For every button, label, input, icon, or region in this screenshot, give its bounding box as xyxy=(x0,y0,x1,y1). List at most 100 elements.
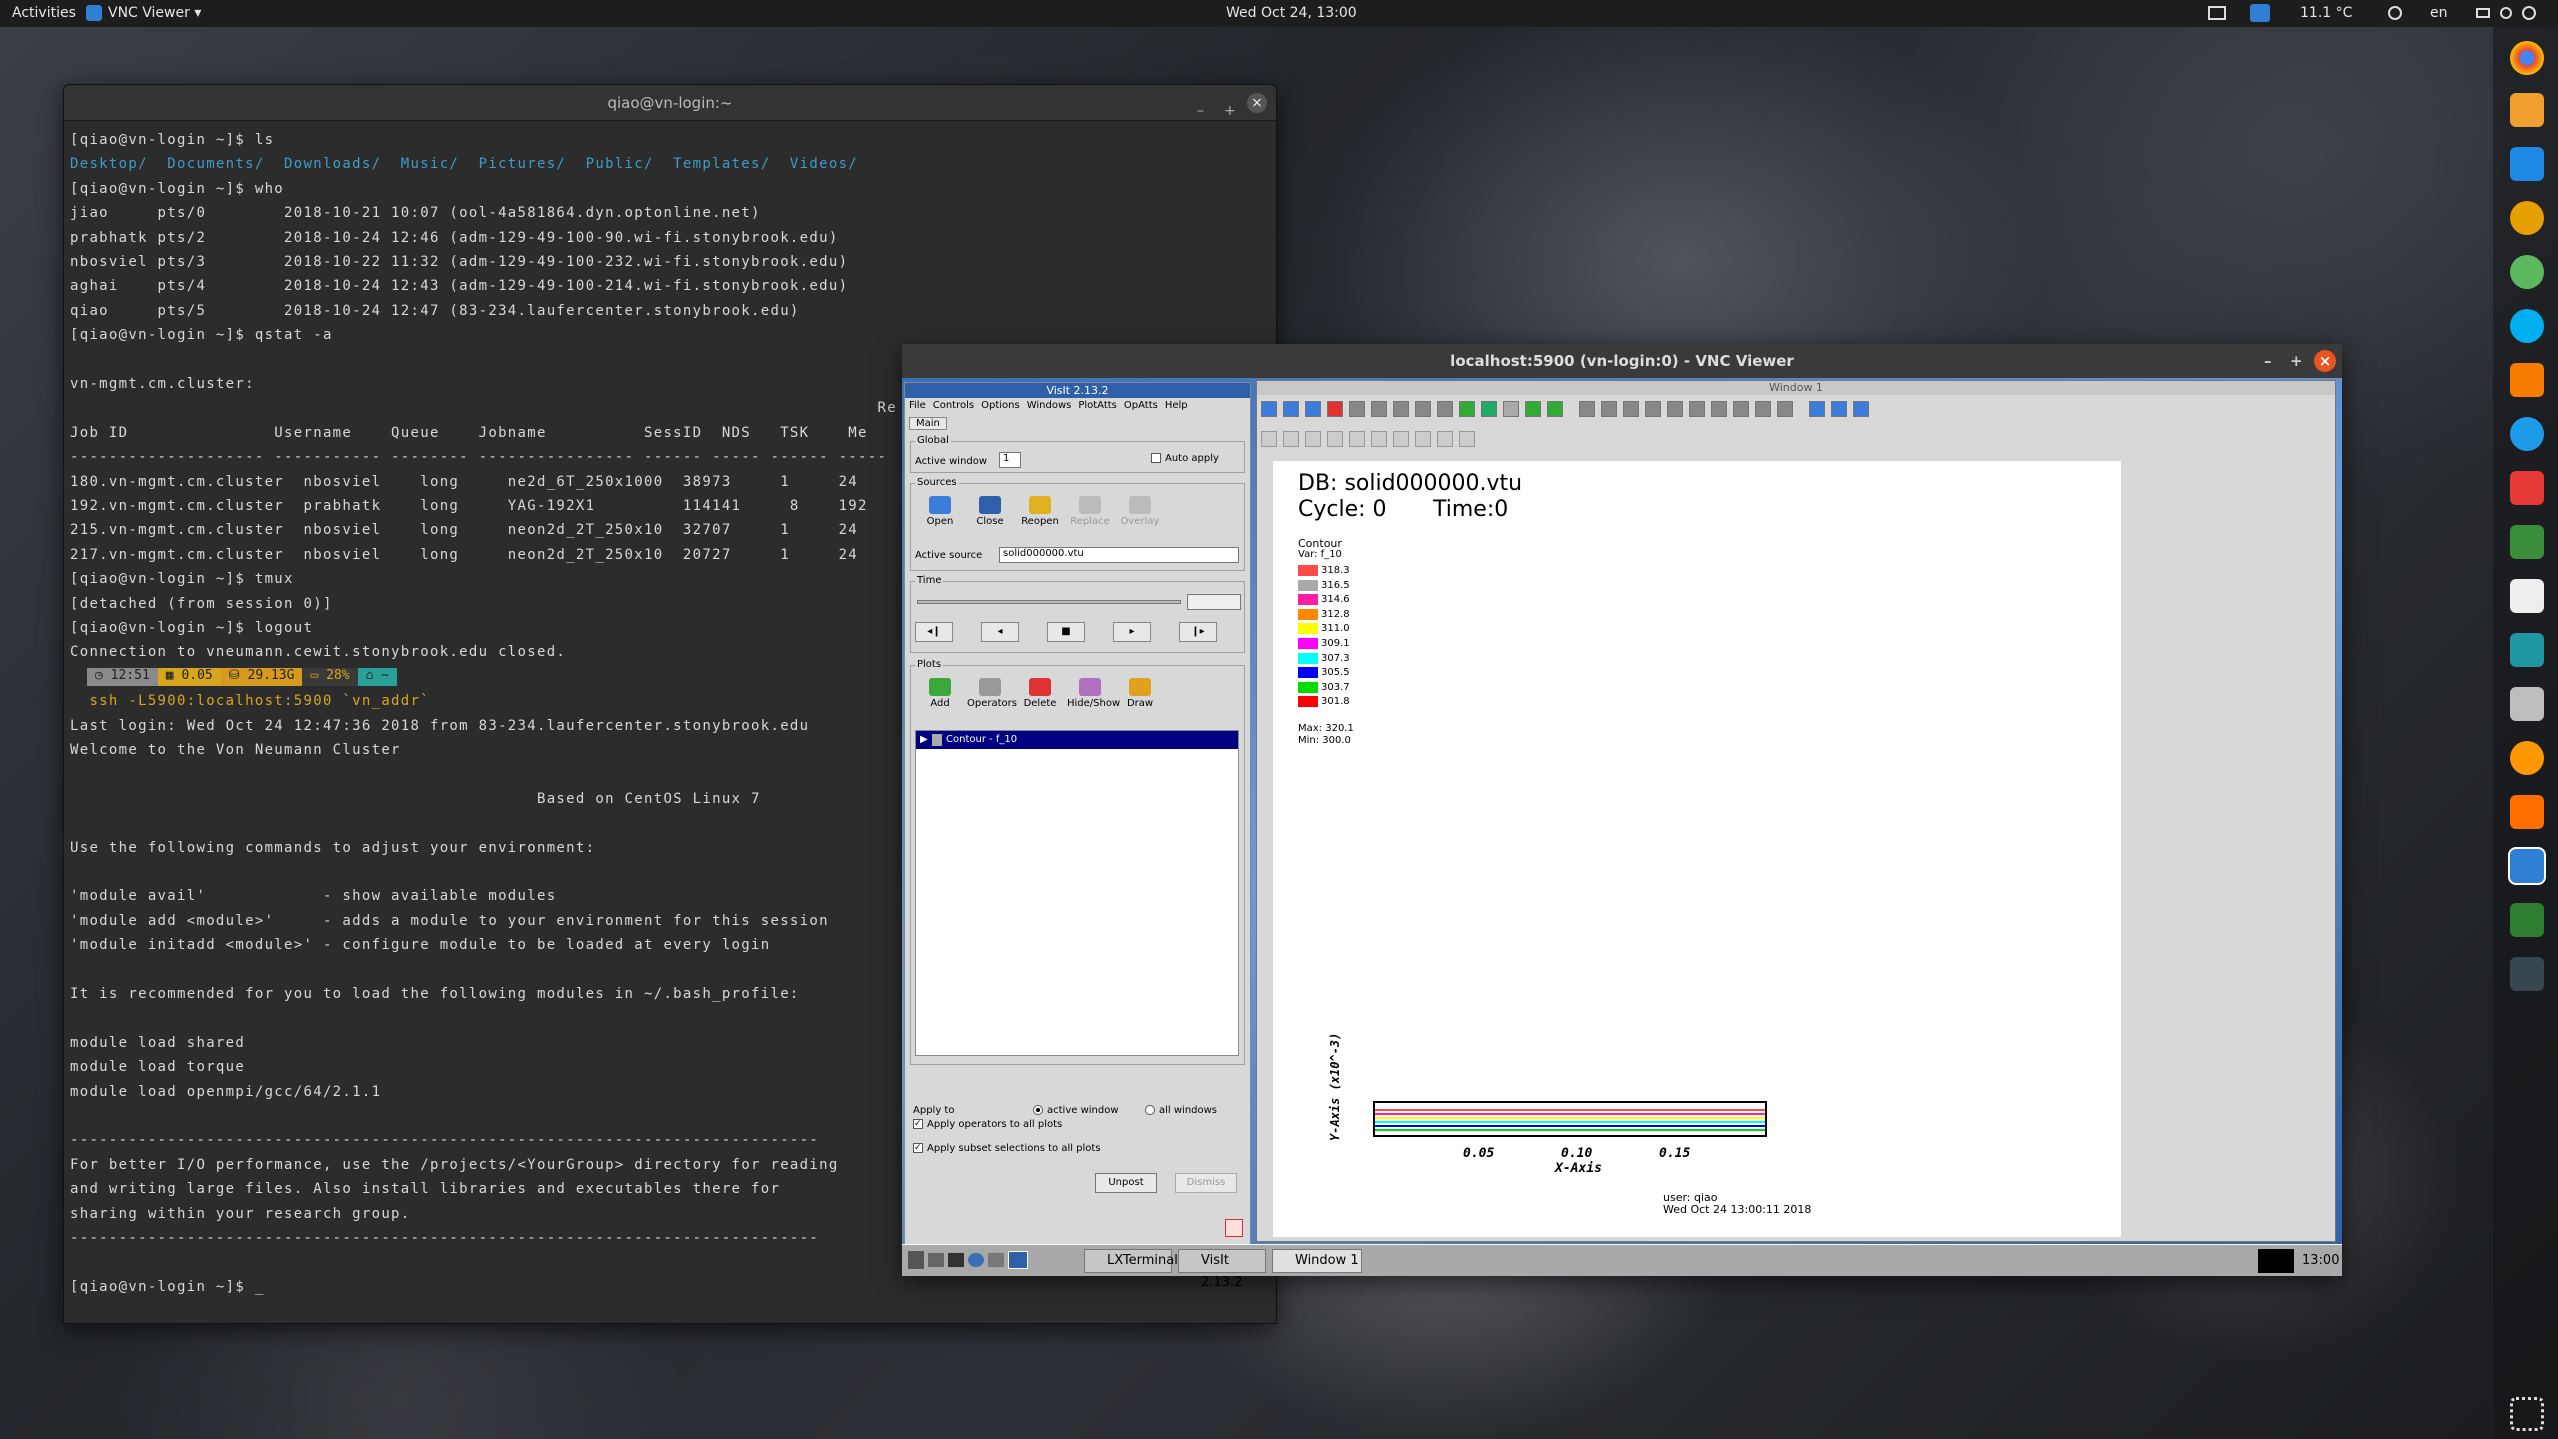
taskbar-clock[interactable]: 13:00 xyxy=(2302,1253,2339,1268)
apply-operators-checkbox[interactable]: ✓ xyxy=(913,1119,923,1129)
tool-icon[interactable] xyxy=(1459,431,1475,447)
open-button[interactable]: Open xyxy=(917,496,963,527)
toolbar-icon[interactable] xyxy=(1283,401,1299,417)
weather[interactable]: 11.1 °C xyxy=(2300,5,2352,21)
toolbar-icon[interactable] xyxy=(1327,401,1343,417)
tool-icon[interactable] xyxy=(1261,431,1277,447)
eye-icon[interactable] xyxy=(932,734,942,746)
maximize-icon[interactable]: + xyxy=(2290,344,2303,378)
slack-icon[interactable] xyxy=(2510,903,2544,937)
status-icon[interactable] xyxy=(2388,6,2402,20)
replace-button[interactable]: Replace xyxy=(1067,496,1113,527)
play-button[interactable]: ▸ xyxy=(1113,622,1151,642)
unpost-button[interactable]: Unpost xyxy=(1095,1173,1157,1193)
close-icon[interactable]: × xyxy=(2314,350,2336,372)
close-button[interactable]: Close xyxy=(967,496,1013,527)
tool-icon[interactable] xyxy=(1327,431,1343,447)
window1-titlebar[interactable]: Window 1 xyxy=(1257,381,2335,395)
menu-help[interactable]: Help xyxy=(1165,400,1188,411)
task-lxterminal[interactable]: LXTerminal xyxy=(1084,1249,1178,1273)
tool-icon[interactable] xyxy=(1393,431,1409,447)
vlc-icon[interactable] xyxy=(2510,795,2544,829)
windows-icon[interactable] xyxy=(988,1253,1004,1267)
sound-icon[interactable] xyxy=(2500,7,2512,19)
sublime-icon[interactable] xyxy=(2510,363,2544,397)
toolbar-icon[interactable] xyxy=(1809,401,1825,417)
step-back-button[interactable]: ◂❙ xyxy=(915,622,953,642)
menu-plotatts[interactable]: PlotAtts xyxy=(1078,400,1117,411)
draw-button[interactable]: Draw xyxy=(1117,678,1163,709)
delete-button[interactable]: Delete xyxy=(1017,678,1063,709)
menu-options[interactable]: Options xyxy=(981,400,1020,411)
files-icon[interactable] xyxy=(928,1253,944,1267)
terminal-icon[interactable] xyxy=(2510,957,2544,991)
menu-file[interactable]: File xyxy=(909,400,926,411)
visit-titlebar[interactable]: VisIt 2.13.2 xyxy=(905,383,1250,398)
toolbar-icon[interactable] xyxy=(1623,401,1639,417)
toolbar-icon[interactable] xyxy=(1755,401,1771,417)
toolbar-icon[interactable] xyxy=(1777,401,1793,417)
tool-icon[interactable] xyxy=(1283,431,1299,447)
show-apps-icon[interactable] xyxy=(2510,1397,2544,1431)
toolbar-icon[interactable] xyxy=(1437,401,1453,417)
tab-main[interactable]: Main xyxy=(909,417,947,430)
minimize-icon[interactable]: – xyxy=(2264,344,2272,378)
menu-controls[interactable]: Controls xyxy=(933,400,974,411)
add-button[interactable]: Add xyxy=(917,678,963,709)
operators-button[interactable]: Operators xyxy=(967,678,1017,709)
mail-icon[interactable] xyxy=(2510,741,2544,775)
vnc-tray-icon[interactable] xyxy=(2250,4,2270,22)
settings-icon[interactable] xyxy=(2510,255,2544,289)
files-icon[interactable] xyxy=(2510,93,2544,127)
chrome-icon[interactable] xyxy=(2510,41,2544,75)
toolbar-icon[interactable] xyxy=(1853,401,1869,417)
all-windows-radio[interactable] xyxy=(1145,1105,1155,1115)
vnc-titlebar[interactable]: localhost:5900 (vn-login:0) - VNC Viewer… xyxy=(902,344,2342,378)
close-icon[interactable]: × xyxy=(1247,93,1267,113)
step-forward-button[interactable]: ❙▸ xyxy=(1179,622,1217,642)
terminal-icon[interactable] xyxy=(948,1253,964,1267)
minimize-icon[interactable]: – xyxy=(1197,93,1204,129)
toolbar-icon[interactable] xyxy=(1261,401,1277,417)
toolbar-icon[interactable] xyxy=(1733,401,1749,417)
sync-icon[interactable] xyxy=(2510,417,2544,451)
auto-apply-checkbox[interactable] xyxy=(1151,453,1161,463)
time-slider[interactable] xyxy=(917,600,1181,604)
network-icon[interactable] xyxy=(2208,6,2226,20)
language[interactable]: en xyxy=(2430,5,2448,21)
desktop-icon[interactable] xyxy=(1008,1251,1028,1269)
activities-button[interactable]: Activities xyxy=(12,5,76,21)
toolbar-icon[interactable] xyxy=(1689,401,1705,417)
tool-icon[interactable] xyxy=(1349,431,1365,447)
task-window1[interactable]: Window 1 xyxy=(1272,1249,1362,1273)
toolbar-icon[interactable] xyxy=(1481,401,1497,417)
menu-windows[interactable]: Windows xyxy=(1027,400,1072,411)
libreoffice-icon[interactable] xyxy=(2510,525,2544,559)
vscode-icon[interactable] xyxy=(2510,147,2544,181)
tool-icon[interactable] xyxy=(1371,431,1387,447)
app-menu[interactable]: VNC Viewer ▾ xyxy=(108,5,201,21)
reopen-button[interactable]: Reopen xyxy=(1017,496,1063,527)
task-visit[interactable]: VisIt 2.13.2 xyxy=(1178,1249,1266,1290)
vnc-viewer-icon[interactable] xyxy=(2508,847,2546,885)
menu-opatts[interactable]: OpAtts xyxy=(1124,400,1158,411)
usb-icon[interactable] xyxy=(2510,687,2544,721)
toolbar-icon[interactable] xyxy=(1547,401,1563,417)
plot-list-item[interactable]: ▶ Contour - f_10 xyxy=(916,731,1238,749)
power-icon[interactable] xyxy=(2522,6,2536,20)
toolbar-icon[interactable] xyxy=(1305,401,1321,417)
toolbar-icon[interactable] xyxy=(1349,401,1365,417)
active-window-radio[interactable] xyxy=(1033,1105,1043,1115)
dismiss-button[interactable]: Dismiss xyxy=(1175,1173,1237,1193)
clock[interactable]: Wed Oct 24, 13:00 xyxy=(1226,5,1357,21)
toolbar-icon[interactable] xyxy=(1711,401,1727,417)
toolbar-icon[interactable] xyxy=(1645,401,1661,417)
toolbar-icon[interactable] xyxy=(1371,401,1387,417)
overlay-button[interactable]: Overlay xyxy=(1117,496,1163,527)
wps-icon[interactable] xyxy=(2510,201,2544,235)
inkscape-icon[interactable] xyxy=(2510,579,2544,613)
active-source-select[interactable]: solid000000.vtu xyxy=(999,547,1239,563)
maximize-icon[interactable]: + xyxy=(1224,93,1236,129)
toolbar-icon[interactable] xyxy=(1601,401,1617,417)
stop-button[interactable]: ■ xyxy=(1047,622,1085,642)
